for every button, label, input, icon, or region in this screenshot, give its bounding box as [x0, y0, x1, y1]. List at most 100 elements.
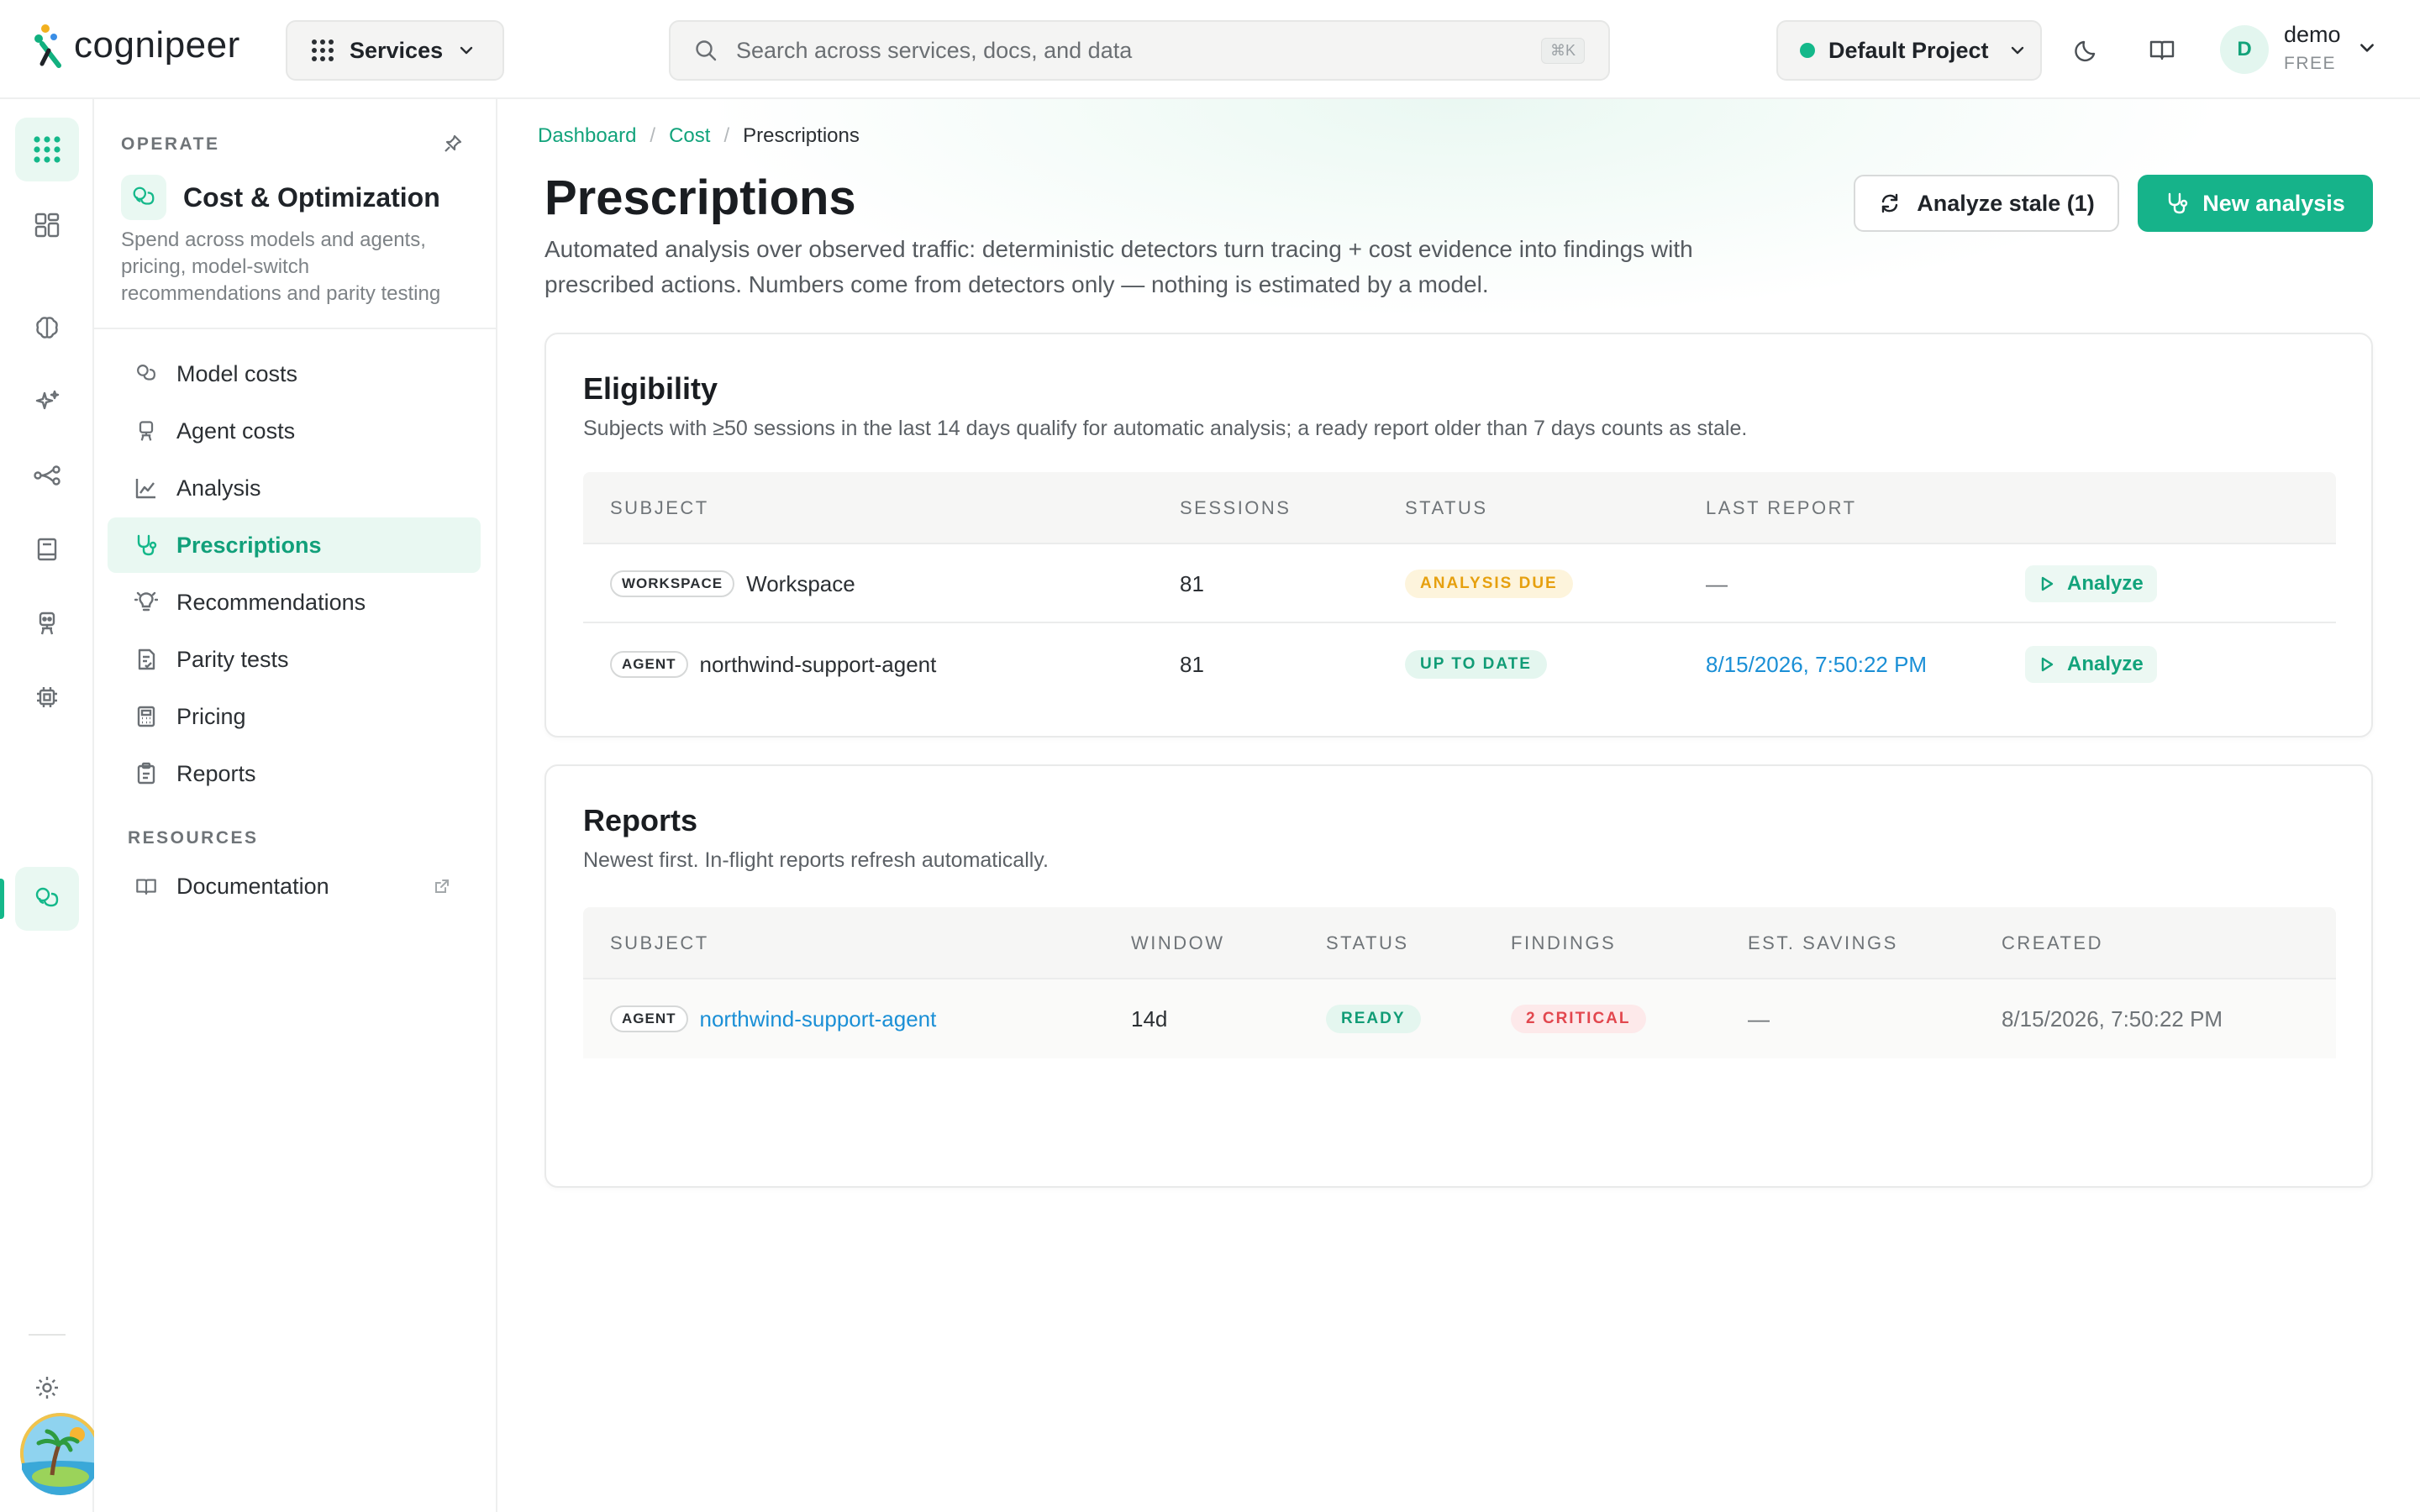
sidebar-item-label: Analysis [176, 475, 261, 501]
rail-compute[interactable] [15, 665, 79, 729]
brain-icon [36, 317, 58, 339]
window-cell: 14d [1131, 1005, 1168, 1032]
rail-apps[interactable] [15, 118, 79, 181]
gear-icon [36, 1377, 58, 1399]
section-icon-wrap [121, 175, 166, 220]
refresh-icon [1882, 193, 1898, 213]
sidebar-item-recommendations[interactable]: Recommendations [108, 575, 481, 630]
stethoscope-icon [137, 534, 157, 556]
main-content: Dashboard / Cost / Prescriptions Prescri… [497, 99, 2420, 1512]
sidebar-item-reports[interactable]: Reports [108, 746, 481, 801]
last-report-link[interactable]: 8/15/2026, 7:50:22 PM [1706, 625, 1927, 704]
rail-divider [29, 1334, 66, 1336]
sidebar-item-label: Pricing [176, 703, 246, 729]
analyze-button[interactable]: Analyze [2025, 646, 2157, 683]
sidebar-item-model-costs[interactable]: Model costs [108, 346, 481, 402]
brand-name: cognipeer [74, 24, 240, 66]
search-icon [696, 40, 717, 61]
column-header: SUBJECT [610, 932, 709, 953]
sidebar-item-parity-tests[interactable]: Parity tests [108, 632, 481, 687]
clipboard-icon [137, 762, 155, 785]
rail-workflows[interactable] [15, 444, 79, 507]
new-analysis-label: New analysis [2202, 190, 2345, 216]
table-row: AGENT northwind-support-agent 81 UP TO D… [583, 625, 2336, 704]
column-header: SESSIONS [1180, 497, 1292, 518]
workspace-avatar[interactable] [18, 1411, 103, 1495]
sidebar-item-agent-costs[interactable]: Agent costs [108, 403, 481, 459]
pin-icon[interactable] [442, 133, 464, 155]
savings-cell: — [1748, 1005, 1770, 1032]
status-cell: UP TO DATE [1405, 625, 1547, 704]
sidebar-item-documentation[interactable]: Documentation [108, 858, 481, 914]
rail-models[interactable] [15, 296, 79, 360]
eligibility-title: Eligibility [583, 371, 718, 406]
rail-cost[interactable] [15, 867, 79, 931]
lightbulb-icon [134, 591, 158, 612]
subject-name: Workspace [746, 570, 855, 596]
chevron-down-icon [460, 46, 473, 55]
workflow-icon [34, 465, 60, 486]
global-search-input[interactable]: Search across services, docs, and data ⌘… [669, 20, 1610, 81]
sidebar-item-pricing[interactable]: Pricing [108, 689, 481, 744]
user-name[interactable]: demo [2284, 22, 2341, 48]
rail-settings[interactable] [15, 1356, 79, 1420]
coins-icon [137, 365, 155, 381]
cognipeer-logo-icon [34, 24, 61, 68]
table-header: SUBJECT WINDOW STATUS FINDINGS EST. SAVI… [583, 907, 2336, 979]
findings-cell: 2 CRITICAL [1511, 979, 1646, 1058]
subject-type-tag: WORKSPACE [610, 570, 735, 597]
subject-cell: AGENT northwind-support-agent [610, 979, 936, 1058]
sparkles-icon [35, 390, 60, 410]
project-label: Default Project [1828, 37, 1989, 63]
apps-grid-icon [312, 39, 334, 61]
dark-mode-moon-icon[interactable] [2074, 35, 2102, 64]
reports-table: SUBJECT WINDOW STATUS FINDINGS EST. SAVI… [583, 907, 2336, 1058]
section-sidebar: OPERATE Cost & Optimization Spend across… [94, 99, 497, 1512]
resources-label: RESOURCES [128, 828, 259, 848]
sidebar-item-label: Reports [176, 760, 256, 786]
sessions-cell: 81 [1180, 651, 1204, 677]
breadcrumb: Dashboard / Cost / Prescriptions [538, 124, 860, 148]
sidebar-item-label: Recommendations [176, 589, 366, 615]
findings-badge: 2 CRITICAL [1511, 1005, 1646, 1033]
external-link-icon [435, 879, 449, 893]
analyze-label: Analyze [2067, 653, 2144, 675]
book-icon [37, 538, 57, 561]
analyze-stale-button[interactable]: Analyze stale (1) [1854, 175, 2119, 232]
reports-title: Reports [583, 803, 698, 837]
project-selector[interactable]: Default Project [1776, 20, 2042, 81]
page-description: Automated analysis over observed traffic… [544, 236, 1693, 297]
column-header: EST. SAVINGS [1748, 932, 1898, 953]
column-header: LAST REPORT [1706, 497, 1857, 518]
rail-ai[interactable] [15, 370, 79, 433]
book-open-icon [136, 879, 156, 895]
status-badge: READY [1326, 1005, 1421, 1033]
breadcrumb-cost[interactable]: Cost [669, 124, 710, 148]
apps-grid-icon [34, 136, 60, 163]
analyze-stale-label: Analyze stale (1) [1917, 190, 2095, 216]
breadcrumb-separator: / [723, 124, 730, 147]
sidebar-item-label: Parity tests [176, 646, 289, 672]
table-row[interactable]: AGENT northwind-support-agent 14d READY … [583, 979, 2336, 1058]
eligibility-table: SUBJECT SESSIONS STATUS LAST REPORT WORK… [583, 472, 2336, 709]
section-description: Spend across models and agents, pricing,… [121, 228, 441, 305]
brand-logo[interactable]: cognipeer [34, 22, 240, 69]
rail-dashboard[interactable] [15, 193, 79, 257]
user-avatar[interactable]: D [2220, 25, 2269, 74]
rail-knowledge[interactable] [15, 517, 79, 581]
sidebar-item-analysis[interactable]: Analysis [108, 460, 481, 516]
sidebar-item-prescriptions[interactable]: Prescriptions [108, 517, 481, 573]
services-menu-button[interactable]: Services [286, 20, 504, 81]
report-subject-link[interactable]: northwind-support-agent [700, 1006, 937, 1032]
breadcrumb-dashboard[interactable]: Dashboard [538, 124, 636, 148]
rail-agents[interactable] [15, 591, 79, 655]
new-analysis-button[interactable]: New analysis [2138, 175, 2373, 232]
action-cell: Analyze [2025, 544, 2157, 623]
analyze-button[interactable]: Analyze [2025, 565, 2157, 602]
user-menu-chevron-icon[interactable] [2358, 39, 2376, 57]
play-icon [2041, 576, 2054, 591]
sidebar-item-label: Agent costs [176, 417, 296, 444]
status-badge: ANALYSIS DUE [1405, 570, 1573, 598]
palm-island-icon [20, 1413, 101, 1495]
docs-book-icon[interactable] [2148, 35, 2176, 64]
